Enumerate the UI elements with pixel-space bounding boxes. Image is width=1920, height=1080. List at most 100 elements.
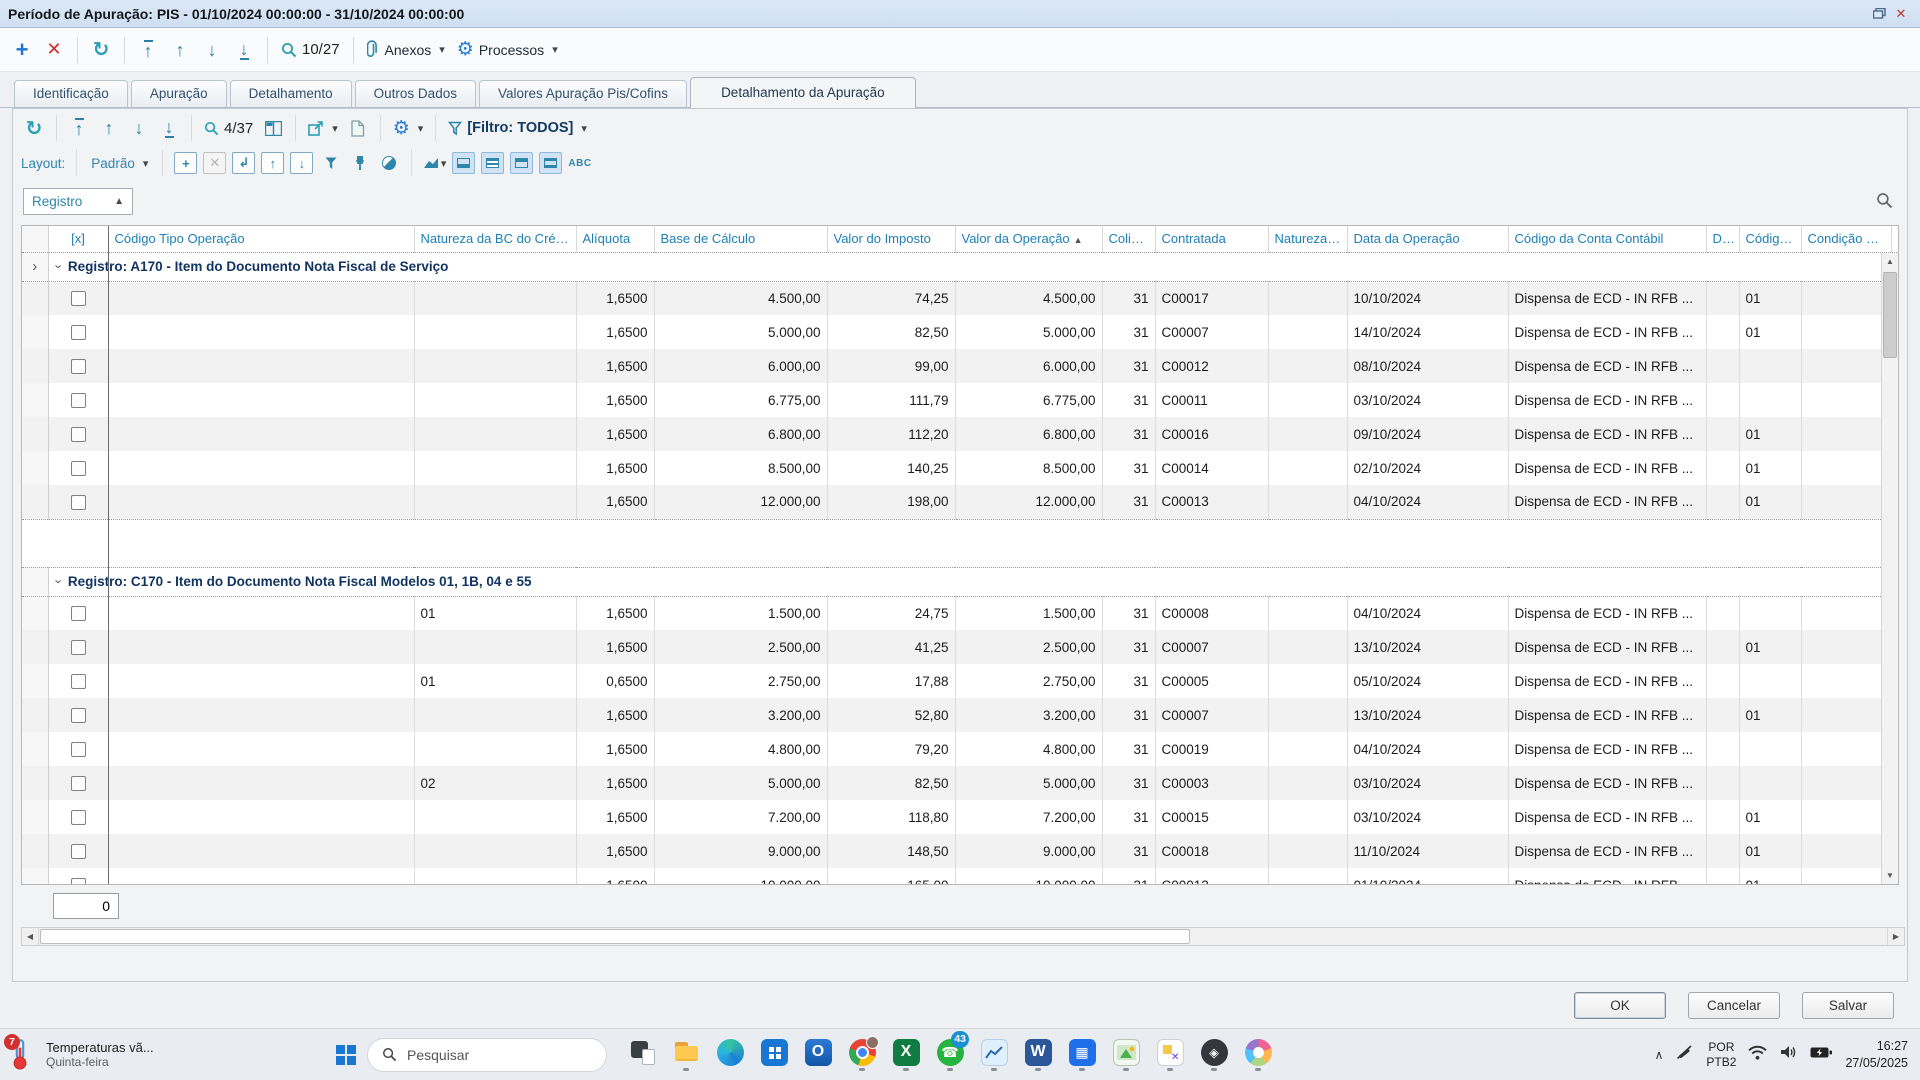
outlook-icon[interactable]: O (797, 1031, 839, 1079)
table-row[interactable]: 1,65009.000,00148,509.000,0031C0001811/1… (22, 834, 1899, 868)
column-header-natureza_bc[interactable]: Natureza da BC do Crédi... (414, 226, 576, 252)
table-row[interactable]: 021,65005.000,0082,505.000,0031C0000303/… (22, 766, 1899, 800)
layout-reset-button[interactable]: ↲ (232, 152, 255, 174)
last-record-button[interactable]: ↓ (230, 35, 258, 65)
tray-expand-icon[interactable]: ∧ (1655, 1048, 1664, 1062)
collapse-chevron-icon[interactable]: › (51, 579, 66, 583)
wifi-icon[interactable] (1748, 1045, 1767, 1065)
vertical-scrollbar[interactable]: ▲ ▼ (1881, 253, 1898, 884)
image-editor-icon[interactable] (1105, 1031, 1147, 1079)
delete-button[interactable]: ✕ (40, 35, 68, 65)
whatsapp-icon[interactable]: ☎43 (929, 1031, 971, 1079)
column-header-codigo_tipo[interactable]: Código Tipo Operação (108, 226, 414, 252)
horizontal-scrollbar[interactable]: ◀ ▶ (21, 927, 1905, 946)
refresh-button[interactable]: ↻ (87, 35, 115, 65)
horizontal-scroll-thumb[interactable] (40, 929, 1190, 944)
column-header-c[interactable]: C (1891, 226, 1899, 252)
column-header-data[interactable]: Data da Operação (1347, 226, 1508, 252)
layout-upload-button[interactable]: ↑ (261, 152, 284, 174)
clock[interactable]: 16:2727/05/2025 (1845, 1038, 1908, 1071)
grid-quick-search-icon[interactable] (1876, 192, 1893, 214)
export-button[interactable]: ▾ (305, 114, 341, 142)
dev-tools-icon[interactable]: ✕ (1149, 1031, 1191, 1079)
table-row[interactable]: 1,65006.775,00111,796.775,0031C0001103/1… (22, 383, 1899, 417)
column-header-contratada[interactable]: Contratada (1155, 226, 1268, 252)
table-row[interactable]: 1,65006.000,0099,006.000,0031C0001208/10… (22, 349, 1899, 383)
next-record-button[interactable]: ↓ (198, 35, 226, 65)
tab-identifica-o[interactable]: Identificação (14, 80, 128, 107)
column-header-codigo[interactable]: Código ... (1739, 226, 1801, 252)
table-row[interactable]: 1,65008.500,00140,258.500,0031C0001402/1… (22, 451, 1899, 485)
monitor-app-icon[interactable] (973, 1031, 1015, 1079)
row-checkbox[interactable] (71, 674, 86, 689)
previous-record-button[interactable]: ↑ (166, 35, 194, 65)
table-row[interactable]: 010,65002.750,0017,882.750,0031C0000505/… (22, 664, 1899, 698)
row-checkbox[interactable] (71, 495, 86, 510)
row-checkbox[interactable] (71, 461, 86, 476)
cancel-button[interactable]: Cancelar (1688, 992, 1780, 1019)
grid-refresh-button[interactable]: ↻ (21, 114, 47, 142)
layout-filter-icon[interactable] (319, 152, 342, 174)
layout-pin-icon[interactable] (348, 152, 371, 174)
row-checkbox[interactable] (71, 810, 86, 825)
groupby-chip-registro[interactable]: Registro ▲ (23, 188, 133, 215)
layout-delete-button[interactable]: ✕ (203, 152, 226, 174)
microsoft-store-icon[interactable] (753, 1031, 795, 1079)
tab-detalhamento-da-apura-o[interactable]: Detalhamento da Apuração (690, 77, 916, 108)
search-button[interactable]: 10/27 (277, 35, 344, 65)
spellcheck-abc-icon[interactable]: ABC (568, 158, 591, 169)
row-checkbox[interactable] (71, 708, 86, 723)
scroll-left-icon[interactable]: ◀ (22, 928, 39, 945)
view-rows-button[interactable] (481, 152, 504, 174)
group-header-row[interactable]: ››Registro: A170 - Item do Documento Not… (22, 252, 1899, 281)
column-header-operacao[interactable]: Valor da Operação▲ (955, 226, 1102, 252)
row-checkbox[interactable] (71, 359, 86, 374)
column-header-aliquota[interactable]: Alíquota (576, 226, 654, 252)
start-button[interactable] (336, 1045, 345, 1054)
grid-settings-button[interactable]: ⚙▾ (390, 114, 427, 142)
restore-icon[interactable] (1868, 4, 1890, 24)
layout-preset-dropdown[interactable]: Padrão▾ (88, 149, 151, 177)
view-bottom-panel-button[interactable] (452, 152, 475, 174)
battery-icon[interactable] (1810, 1046, 1833, 1064)
chrome-icon[interactable] (841, 1031, 883, 1079)
scroll-up-icon[interactable]: ▲ (1882, 253, 1898, 270)
row-checkbox[interactable] (71, 291, 86, 306)
pen-disabled-icon[interactable] (1675, 1044, 1694, 1066)
grid-search-button[interactable]: 4/37 (201, 114, 256, 142)
column-header-imposto[interactable]: Valor do Imposto (827, 226, 955, 252)
table-row[interactable]: 011,65001.500,0024,751.500,0031C0000804/… (22, 596, 1899, 630)
group-header-row[interactable]: ›Registro: C170 - Item do Documento Nota… (22, 567, 1899, 596)
column-chooser-button[interactable] (260, 114, 286, 142)
add-button[interactable]: + (8, 35, 36, 65)
collapse-chevron-icon[interactable]: › (51, 264, 66, 268)
word-icon[interactable]: W (1017, 1031, 1059, 1079)
tab-apura-o[interactable]: Apuração (131, 80, 227, 107)
calculator-icon[interactable]: ▦ (1061, 1031, 1103, 1079)
column-header-check[interactable]: [x] (48, 226, 108, 252)
row-checkbox[interactable] (71, 427, 86, 442)
vertical-scroll-thumb[interactable] (1883, 272, 1897, 358)
language-indicator[interactable]: PORPTB2 (1706, 1040, 1736, 1070)
column-header-de[interactable]: De... (1706, 226, 1739, 252)
row-checkbox[interactable] (71, 878, 86, 885)
save-button[interactable]: Salvar (1802, 992, 1894, 1019)
file-explorer-icon[interactable] (665, 1031, 707, 1079)
view-top-panel-button[interactable] (510, 152, 533, 174)
close-icon[interactable]: ✕ (1890, 4, 1912, 24)
row-checkbox[interactable] (71, 606, 86, 621)
column-header-natureza[interactable]: Natureza ... (1268, 226, 1347, 252)
task-view-icon[interactable] (621, 1031, 663, 1079)
grid-previous-button[interactable]: ↑ (96, 114, 122, 142)
layout-download-button[interactable]: ↓ (290, 152, 313, 174)
column-header-conta[interactable]: Código da Conta Contábil (1508, 226, 1706, 252)
column-header-base[interactable]: Base de Cálculo (654, 226, 827, 252)
row-checkbox[interactable] (71, 640, 86, 655)
table-row[interactable]: 1,65007.200,00118,807.200,0031C0001503/1… (22, 800, 1899, 834)
column-header-coliga[interactable]: Coliga... (1102, 226, 1155, 252)
edge-icon[interactable] (709, 1031, 751, 1079)
table-row[interactable]: 1,65004.500,0074,254.500,0031C0001710/10… (22, 281, 1899, 315)
view-split-button[interactable] (539, 152, 562, 174)
table-row[interactable]: 1,65003.200,0052,803.200,0031C0000713/10… (22, 698, 1899, 732)
layout-add-button[interactable]: + (174, 152, 197, 174)
